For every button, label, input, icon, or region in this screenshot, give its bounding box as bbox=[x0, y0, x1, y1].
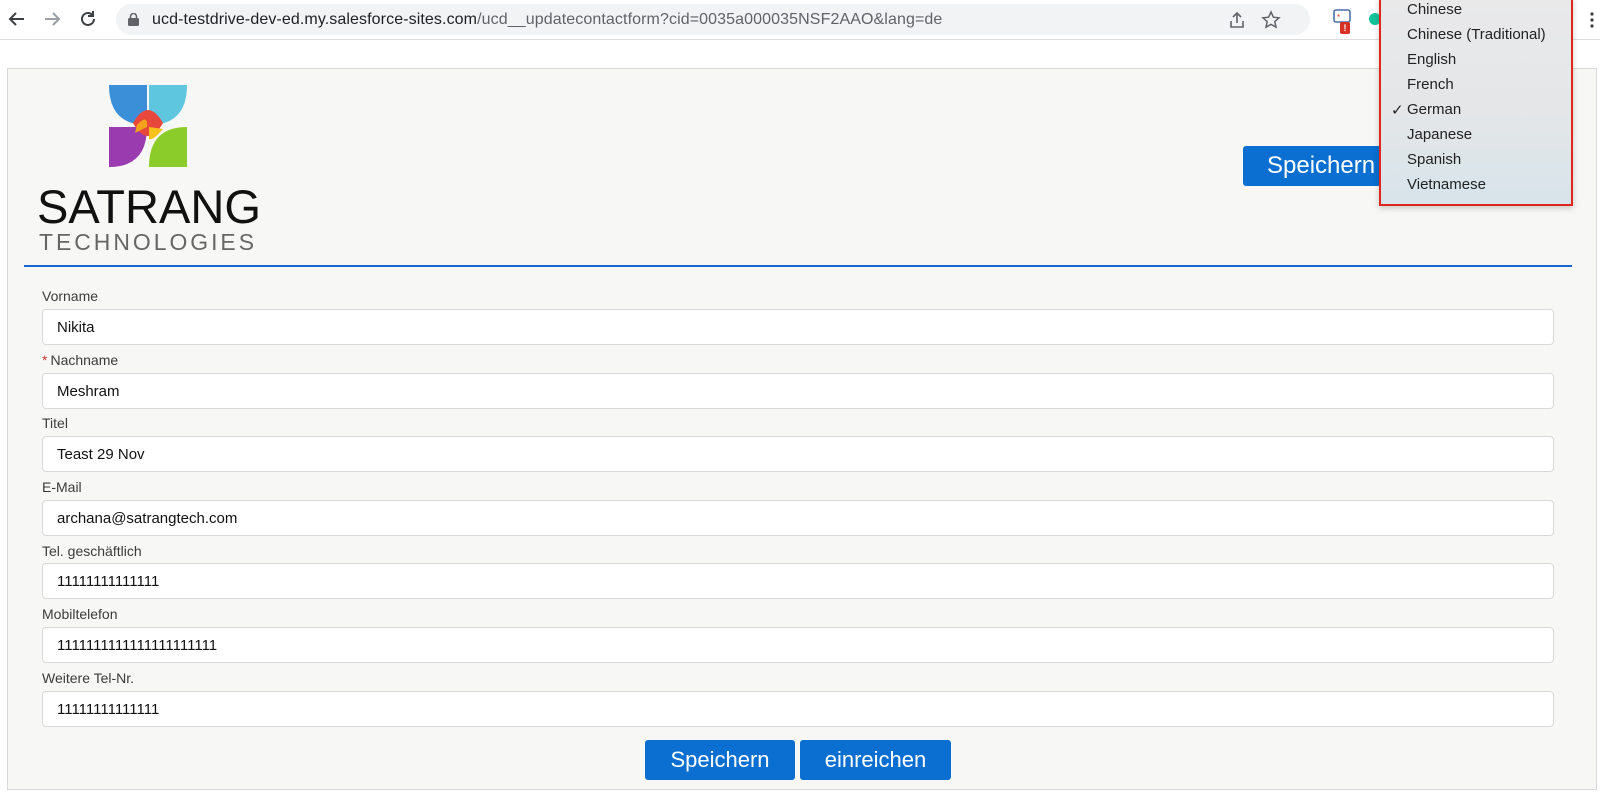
language-option-german[interactable]: German bbox=[1407, 101, 1461, 118]
first-name-field[interactable] bbox=[42, 309, 1554, 345]
logo-tagline: TECHNOLOGIES bbox=[39, 229, 257, 255]
required-marker: * bbox=[42, 352, 48, 368]
last-name-field[interactable] bbox=[42, 373, 1554, 409]
field-label-other-phone: Weitere Tel-Nr. bbox=[42, 670, 135, 686]
submit-button[interactable]: einreichen bbox=[800, 740, 951, 780]
satrang-logo: SATRANG TECHNOLOGIES bbox=[37, 83, 267, 260]
extension-badge: ! bbox=[1340, 22, 1350, 34]
field-label-email: E-Mail bbox=[42, 479, 82, 495]
header-divider bbox=[24, 265, 1572, 267]
language-option-spanish[interactable]: Spanish bbox=[1407, 151, 1461, 168]
field-label-title: Titel bbox=[42, 415, 68, 431]
field-label-first-name: Vorname bbox=[42, 288, 99, 304]
field-label-mobile-phone: Mobiltelefon bbox=[42, 606, 118, 622]
email-field[interactable] bbox=[42, 500, 1554, 536]
url-text: ucd-testdrive-dev-ed.my.salesforce-sites… bbox=[152, 11, 943, 28]
business-phone-field[interactable] bbox=[42, 563, 1554, 599]
address-bar[interactable]: ucd-testdrive-dev-ed.my.salesforce-sites… bbox=[116, 4, 1310, 35]
other-phone-field[interactable] bbox=[42, 691, 1554, 727]
title-field[interactable] bbox=[42, 436, 1554, 472]
browser-menu-icon[interactable] bbox=[1590, 11, 1594, 34]
browser-toolbar: ucd-testdrive-dev-ed.my.salesforce-sites… bbox=[0, 0, 1600, 40]
back-arrow-icon[interactable] bbox=[6, 8, 28, 30]
language-option-vietnamese[interactable]: Vietnamese bbox=[1407, 176, 1486, 193]
language-option-chinese-traditional[interactable]: Chinese (Traditional) bbox=[1407, 26, 1546, 43]
save-button[interactable]: Speichern bbox=[645, 740, 795, 780]
header-save-button[interactable]: Speichern bbox=[1243, 146, 1385, 186]
forward-arrow-icon[interactable] bbox=[41, 8, 63, 30]
share-icon[interactable] bbox=[1227, 10, 1247, 30]
svg-text:*: * bbox=[1337, 13, 1340, 22]
field-label-last-name: * Nachname bbox=[42, 352, 119, 368]
language-dropdown-menu: Chinese Chinese (Traditional) English Fr… bbox=[1379, 0, 1573, 206]
logo-name: SATRANG bbox=[37, 180, 261, 233]
language-option-english[interactable]: English bbox=[1407, 51, 1456, 68]
bookmark-star-icon[interactable] bbox=[1261, 10, 1281, 30]
language-option-french[interactable]: French bbox=[1407, 76, 1454, 93]
lock-icon bbox=[128, 12, 139, 31]
checkmark-icon: ✓ bbox=[1391, 102, 1404, 119]
mobile-phone-field[interactable] bbox=[42, 627, 1554, 663]
field-label-business-phone: Tel. geschäftlich bbox=[42, 543, 142, 559]
language-option-chinese[interactable]: Chinese bbox=[1407, 1, 1462, 18]
reload-icon[interactable] bbox=[77, 8, 99, 30]
language-option-japanese[interactable]: Japanese bbox=[1407, 126, 1472, 143]
